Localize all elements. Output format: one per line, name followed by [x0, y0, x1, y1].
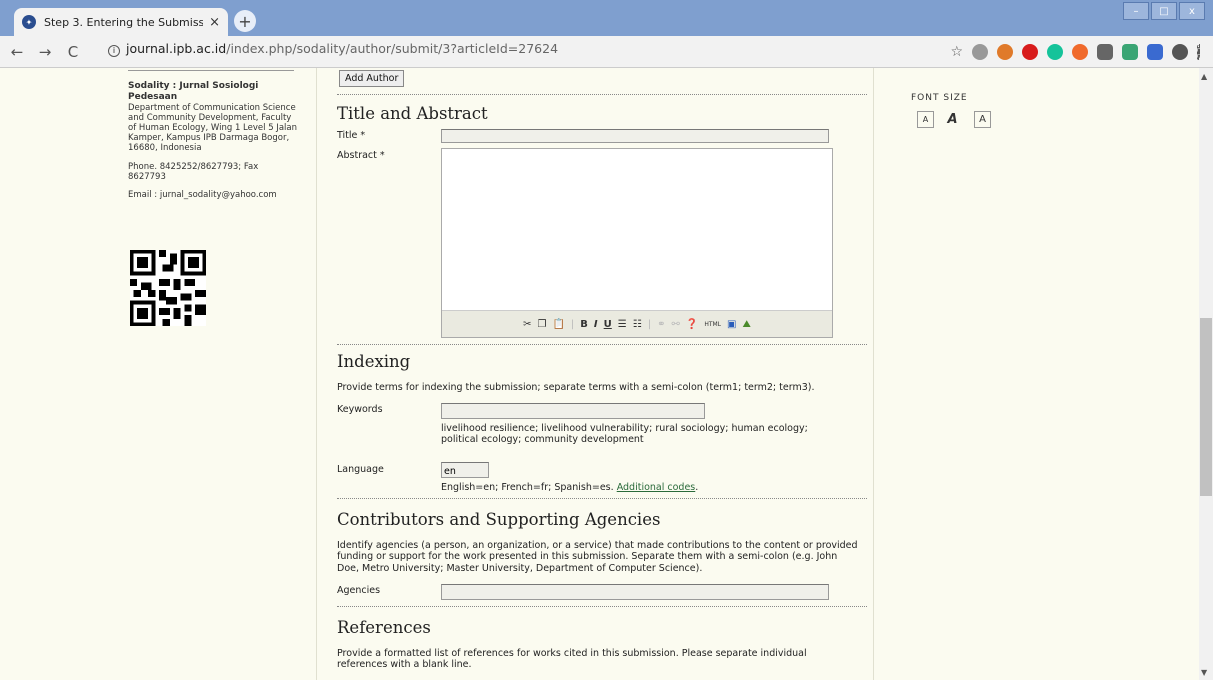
underline-icon[interactable]: U [604, 319, 612, 330]
editor-toolbar: ✂ ❐ 📋 | B I U ☰ ☷ | ⚭ ⚯ ❓ HTML ▣ ⛰ [442, 310, 832, 337]
grammarly-icon[interactable] [1047, 44, 1063, 60]
extension-8-icon[interactable] [1147, 44, 1163, 60]
image-upload-icon[interactable]: ⛰ [742, 319, 750, 330]
url-path: /index.php/sodality/author/submit/3?arti… [226, 41, 559, 56]
keywords-label: Keywords [337, 404, 383, 415]
toolbar-separator: | [570, 318, 575, 330]
browser-tab[interactable]: ✦ Step 3. Entering the Submission × [14, 8, 228, 36]
bold-icon[interactable]: B [580, 319, 588, 330]
title-label: Title * [337, 130, 366, 141]
agencies-label: Agencies [337, 585, 381, 596]
journal-name: Sodality : Jurnal Sosiologi Pedesaan [128, 81, 259, 102]
language-hint-text: English=en; French=fr; Spanish=es. [441, 482, 614, 493]
language-hint: English=en; French=fr; Spanish=es. Addit… [441, 482, 841, 493]
address-bar[interactable]: i journal.ipb.ac.id/index.php/sodality/au… [108, 41, 558, 57]
copy-icon[interactable]: ❐ [538, 319, 547, 330]
keywords-hint: livelihood resilience; livelihood vulner… [441, 423, 808, 446]
forward-button[interactable]: → [34, 43, 56, 61]
extension-5-icon[interactable] [1072, 44, 1088, 60]
extension-7-icon[interactable] [1122, 44, 1138, 60]
maximize-button[interactable]: □ [1151, 2, 1177, 20]
sidebar-divider [128, 70, 294, 71]
html-source-icon[interactable]: HTML [704, 321, 721, 328]
numbered-list-icon[interactable]: ☷ [633, 319, 642, 330]
help-icon[interactable]: ❓ [686, 319, 698, 330]
site-info-icon[interactable]: i [108, 45, 120, 57]
italic-icon[interactable]: I [594, 319, 598, 330]
agencies-input[interactable] [441, 584, 829, 600]
fullscreen-icon[interactable]: ▣ [727, 319, 736, 330]
references-description: Provide a formatted list of references f… [337, 648, 807, 671]
submission-form: Add Author Title and Abstract Title * Ab… [316, 68, 874, 680]
menu-kebab-icon[interactable] [1197, 44, 1201, 60]
minimize-button[interactable]: – [1123, 2, 1149, 20]
opera-extension-icon[interactable] [1022, 44, 1038, 60]
paste-icon[interactable]: 📋 [552, 319, 564, 330]
references-heading: References [337, 618, 431, 637]
qr-code-icon [130, 250, 206, 326]
link-icon[interactable]: ⚭ [657, 319, 665, 330]
window-controls: – □ x [1123, 2, 1205, 20]
close-window-button[interactable]: x [1179, 2, 1205, 20]
scroll-up-icon[interactable]: ▲ [1201, 72, 1207, 81]
contributors-heading: Contributors and Supporting Agencies [337, 510, 661, 529]
unlink-icon[interactable]: ⚯ [671, 319, 679, 330]
extensions-area: ☆ [950, 44, 1201, 60]
abstract-editor[interactable]: ✂ ❐ 📋 | B I U ☰ ☷ | ⚭ ⚯ ❓ HTML ▣ ⛰ [441, 148, 833, 338]
scroll-down-icon[interactable]: ▼ [1201, 668, 1207, 677]
contributors-description: Identify agencies (a person, an organiza… [337, 540, 858, 574]
extension-1-icon[interactable] [972, 44, 988, 60]
extension-6-icon[interactable] [1097, 44, 1113, 60]
journal-email: Email : jurnal_sodality@yahoo.com [128, 189, 277, 200]
section-divider [337, 606, 867, 607]
bookmark-star-icon[interactable]: ☆ [950, 44, 963, 60]
font-size-label: FONT SIZE [911, 93, 968, 103]
toolbar-separator-2: | [647, 318, 652, 330]
profile-icon[interactable] [1172, 44, 1188, 60]
url-host: journal.ipb.ac.id [126, 41, 227, 56]
font-increase-button[interactable]: A [974, 111, 991, 128]
additional-codes-link[interactable]: Additional codes [617, 482, 696, 493]
extension-2-icon[interactable] [997, 44, 1013, 60]
title-abstract-heading: Title and Abstract [337, 104, 488, 123]
add-author-button[interactable]: Add Author [339, 70, 405, 87]
journal-address: Department of Communication Science and … [128, 102, 297, 154]
language-label: Language [337, 464, 384, 475]
font-decrease-button[interactable]: A [917, 111, 934, 128]
scrollbar-thumb[interactable] [1200, 318, 1212, 496]
title-input[interactable] [441, 129, 829, 143]
section-divider [337, 94, 867, 95]
keywords-input[interactable] [441, 403, 705, 419]
indexing-heading: Indexing [337, 352, 411, 371]
tab-title: Step 3. Entering the Submission [44, 15, 204, 29]
new-tab-button[interactable]: + [234, 10, 256, 32]
section-divider [337, 498, 867, 499]
abstract-label: Abstract * [337, 150, 385, 161]
indexing-description: Provide terms for indexing the submissio… [337, 382, 815, 393]
section-divider [337, 344, 867, 345]
journal-phone: Phone. 8425252/8627793; Fax 8627793 [128, 161, 259, 182]
font-default-button[interactable]: A [944, 111, 961, 128]
reload-button[interactable]: C [62, 43, 84, 61]
bullet-list-icon[interactable]: ☰ [618, 319, 627, 330]
abstract-textarea[interactable] [442, 149, 832, 309]
back-button[interactable]: ← [6, 43, 28, 61]
language-input[interactable]: en [441, 462, 489, 478]
journal-sidebar: Sodality : Jurnal Sosiologi Pedesaan Dep… [128, 70, 298, 208]
tab-close-icon[interactable]: × [209, 15, 220, 30]
tab-bar: ✦ Step 3. Entering the Submission × + – … [0, 0, 1213, 36]
ojs-favicon-icon: ✦ [22, 15, 36, 29]
language-hint-end: . [695, 482, 699, 493]
cut-icon[interactable]: ✂ [523, 319, 531, 330]
